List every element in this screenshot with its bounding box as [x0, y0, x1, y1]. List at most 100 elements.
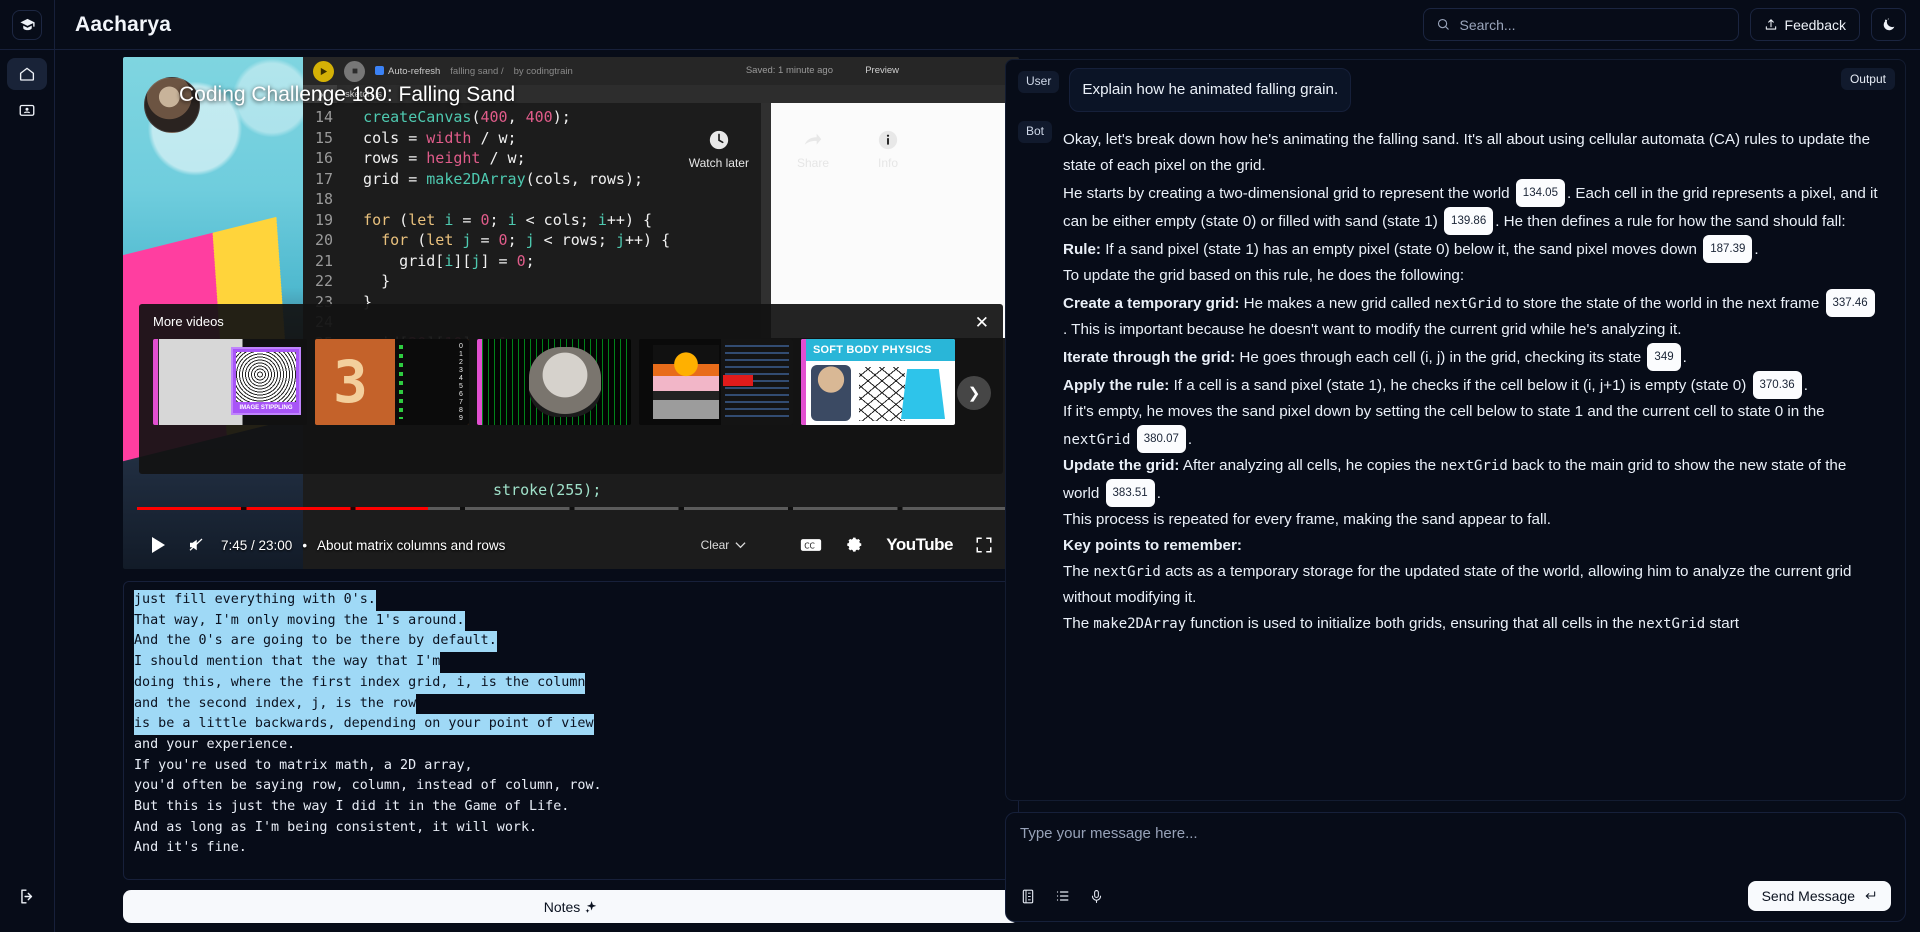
transcript-line-text: And as long as I'm being consistent, it … — [134, 819, 538, 835]
list-item[interactable]: SOFT BODY PHYSICS — [801, 339, 955, 425]
info-icon — [878, 130, 898, 150]
bot-paragraph: If it's empty, he moves the sand pixel d… — [1063, 399, 1880, 453]
user-message-bubble: Explain how he animated falling grain. — [1069, 68, 1352, 112]
left-sidebar — [0, 50, 55, 932]
sidebar-item-logout[interactable] — [7, 880, 47, 912]
ide-stop-button[interactable] — [344, 60, 365, 82]
document-icon[interactable] — [1020, 888, 1036, 905]
notes-button[interactable]: Notes — [123, 890, 1019, 923]
bot-paragraph: The make2DArray function is used to init… — [1063, 615, 1739, 632]
list-icon[interactable] — [1054, 888, 1071, 904]
transcript-line[interactable]: That way, I'm only moving the 1's around… — [134, 610, 1008, 632]
youtube-logo[interactable]: YouTube — [886, 535, 953, 555]
fullscreen-button[interactable] — [965, 526, 1003, 564]
timestamp-chip[interactable]: 383.51 — [1105, 479, 1155, 507]
app-logo-button[interactable] — [12, 9, 42, 40]
timestamp-chip[interactable]: 139.86 — [1444, 207, 1494, 235]
sidebar-item-home[interactable] — [7, 58, 47, 90]
transcript-line[interactable]: and the second index, j, is the row — [134, 693, 1008, 715]
ide-auto-refresh[interactable]: Auto-refresh — [375, 65, 441, 77]
chapter-separator: • — [302, 537, 308, 553]
header-actions: Search... Feedback — [1422, 8, 1920, 41]
ide-preview-label: Preview — [865, 65, 899, 76]
sidebar-item-profile[interactable] — [7, 94, 47, 126]
timestamp-chip[interactable]: 187.39 — [1703, 235, 1753, 263]
timestamp-chip[interactable]: 337.46 — [1825, 289, 1875, 317]
code-line-text: rows = height / w; — [345, 149, 526, 167]
video-player[interactable]: Coding Challenge 180: Falling Sand Auto-… — [123, 57, 1019, 569]
transcript-line-text: just fill everything with 0's. — [134, 590, 376, 611]
code-line-number: 21 — [314, 251, 333, 270]
id-card-icon — [19, 104, 35, 116]
message-composer[interactable]: Type your message here... Send Message — [1005, 812, 1906, 922]
microphone-icon[interactable] — [1089, 888, 1104, 905]
transcript-line[interactable]: I should mention that the way that I'm — [134, 652, 1008, 673]
more-videos-strip: 3 SOFT BODY PHYSICS — [153, 339, 989, 425]
timestamp-chip[interactable]: 134.05 — [1515, 179, 1565, 207]
captions-button[interactable]: CC — [792, 526, 830, 564]
transcript-line[interactable]: and your experience. — [134, 735, 1008, 756]
share-button[interactable]: Share — [797, 129, 829, 170]
timestamp-chip[interactable]: 370.36 — [1752, 371, 1802, 399]
transcript-line[interactable]: just fill everything with 0's. — [134, 590, 1008, 611]
chevron-right-icon[interactable]: ❯ — [957, 376, 991, 410]
play-button[interactable] — [139, 526, 177, 564]
ide-run-button[interactable] — [313, 60, 334, 82]
video-overlay-actions: Watch later Share Info — [689, 129, 899, 170]
send-message-button[interactable]: Send Message — [1747, 881, 1891, 911]
bot-bold-label: Key points to remember: — [1063, 537, 1242, 554]
output-toggle-button[interactable]: Output — [1840, 68, 1895, 90]
closed-captions-icon: CC — [801, 539, 822, 551]
video-progress-bar[interactable] — [137, 507, 1005, 510]
code-line-number: 18 — [314, 190, 333, 208]
transcript-line[interactable]: And it's fine. — [134, 838, 1008, 859]
bot-paragraph: This process is repeated for every frame… — [1063, 511, 1551, 528]
logo-cell — [0, 0, 55, 50]
transcript-line[interactable]: you'd often be saying row, column, inste… — [134, 776, 1008, 797]
list-item[interactable]: 3 — [315, 339, 469, 425]
transcript-line-text: you'd often be saying row, column, inste… — [134, 778, 602, 794]
code-line-text: for (let j = 0; j < rows; j++) { — [381, 231, 671, 249]
settings-button[interactable] — [836, 526, 874, 564]
transcript-line[interactable]: doing this, where the first index grid, … — [134, 672, 1008, 694]
feedback-button[interactable]: Feedback — [1749, 8, 1860, 41]
quality-selector[interactable]: Clear — [701, 538, 747, 552]
bot-bold-label: Rule: — [1063, 241, 1101, 258]
code-line-text: for (let i = 0; i < cols; i++) { — [363, 210, 653, 229]
transcript-line[interactable]: If you're used to matrix math, a 2D arra… — [134, 756, 1008, 777]
timestamp-chip[interactable]: 349 — [1647, 343, 1681, 371]
ide-toolbar: Auto-refresh falling sand / by codingtra… — [303, 57, 1019, 85]
graduation-cap-icon — [19, 18, 35, 31]
close-icon[interactable]: ✕ — [975, 314, 989, 331]
bot-paragraph: Apply the rule: If a cell is a sand pixe… — [1063, 371, 1880, 399]
transcript-line[interactable]: And as long as I'm being consistent, it … — [134, 818, 1008, 839]
code-line-number: 19 — [314, 210, 333, 229]
watch-later-button[interactable]: Watch later — [689, 129, 749, 170]
transcript-line[interactable]: And the 0's are going to be there by def… — [134, 631, 1008, 653]
theme-toggle-button[interactable] — [1871, 8, 1906, 41]
chat-transcript[interactable]: Output User Explain how he animated fall… — [1005, 59, 1906, 801]
inline-code: nextGrid — [1637, 616, 1706, 632]
bot-paragraph: Rule: If a sand pixel (state 1) has an e… — [1063, 235, 1880, 263]
timestamp-chip[interactable]: 380.07 — [1136, 425, 1186, 453]
play-icon — [152, 537, 165, 553]
transcript-panel[interactable]: just fill everything with 0's. That way, … — [123, 581, 1019, 880]
list-item[interactable] — [639, 339, 793, 425]
ide-saved-status: Saved: 1 minute ago — [745, 65, 833, 76]
transcript-line[interactable]: is be a little backwards, depending on y… — [134, 714, 1008, 735]
play-icon — [320, 67, 328, 75]
mute-button[interactable] — [177, 526, 215, 564]
clock-icon — [709, 130, 729, 150]
info-button[interactable]: Info — [877, 129, 899, 170]
notes-label: Notes — [543, 898, 581, 915]
video-column: Coding Challenge 180: Falling Sand Auto-… — [55, 50, 1019, 932]
transcript-line[interactable]: But this is just the way I did it in the… — [134, 797, 1008, 818]
code-line-number: 15 — [314, 128, 333, 147]
list-item[interactable] — [477, 339, 631, 425]
code-line-text: } — [345, 272, 391, 290]
search-input[interactable]: Search... — [1422, 8, 1739, 41]
bot-message-row: Bot Okay, let's break down how he's anim… — [1018, 118, 1893, 646]
list-item[interactable] — [153, 339, 307, 425]
transcript-line-text: And the 0's are going to be there by def… — [134, 631, 497, 653]
auto-refresh-label: Auto-refresh — [388, 65, 441, 77]
